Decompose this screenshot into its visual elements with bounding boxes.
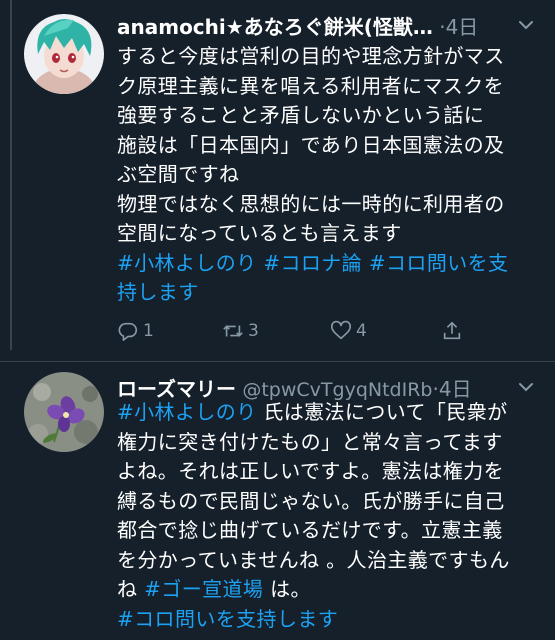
tweet[interactable]: ローズマリー @tpwCvTgyqNtdIRb·4日 #小林よしのり 氏は憲法に…: [0, 362, 555, 640]
tweet-text-run: ク原理主義に異を唱える利用者にマスクを: [117, 73, 504, 98]
tweet[interactable]: anamochi★あなろぐ餅米(怪獣… ·4日 すると今度は営利の目的や理念方針…: [0, 0, 555, 362]
display-name[interactable]: anamochi★あなろぐ餅米(怪獣…: [117, 15, 433, 39]
tweet-text-run: 物理ではなく思想的には一時的に利用者の: [117, 191, 505, 216]
hashtag-link[interactable]: #ゴー宣道場: [144, 577, 263, 601]
tweet-text-run: すると今度は営利の目的や理念方針がマス: [117, 44, 505, 68]
tweet-text: すると今度は営利の目的や理念方針がマス ク原理主義に異を唱える利用者にマスクを 強要…: [117, 42, 537, 308]
tweet-text-run: よね。それは正しいですよ。憲法は権力を: [117, 459, 504, 483]
tweet-text-run: 氏は憲法について「民衆が: [256, 400, 508, 424]
hashtag-link[interactable]: #コロ問いを支持します: [117, 607, 338, 631]
share-button[interactable]: [441, 316, 467, 346]
tweet-text-line: を分かっていませんね 。人治主義ですもん: [117, 546, 537, 576]
tweet-text-run: を分かっていませんね 。人治主義ですもん: [117, 547, 510, 572]
reply-icon: [118, 322, 138, 341]
tweet-text-line: #小林よしのり 氏は憲法について「民衆が: [117, 398, 537, 428]
timestamp[interactable]: 4日: [446, 15, 479, 39]
avatar[interactable]: [24, 14, 104, 94]
reply-count: 1: [143, 321, 154, 341]
chevron-down-icon[interactable]: [515, 14, 537, 36]
tweet-text-line: ク原理主義に異を唱える利用者にマスクを: [117, 72, 537, 102]
tweet-text-line: すると今度は営利の目的や理念方針がマス: [117, 42, 537, 72]
tweet-text-run: 都合で捻じ曲げているだけです。立憲主義: [117, 518, 503, 542]
chevron-down-icon[interactable]: [515, 376, 537, 398]
tweet-text-line: #コロ問いを支持します: [117, 605, 537, 635]
tweet-actions: 1 3 4: [117, 316, 487, 346]
tweet-text-run: ぶ空間ですね: [117, 162, 240, 186]
tweet-text-line: 縛るもので民間じゃない。氏が勝手に自己: [117, 487, 537, 517]
hashtag-link[interactable]: #コロ問いを支: [369, 251, 509, 275]
retweet-count: 3: [248, 321, 259, 341]
tweet-text: #小林よしのり 氏は憲法について「民衆が 権力に突き付けたもの」と常々言ってますよ…: [117, 398, 537, 634]
heart-icon: [331, 320, 351, 340]
tweet-text-run: 施設は「日本国内」であり日本国憲法の及: [117, 132, 505, 157]
tweet-text-run: は。: [263, 577, 311, 601]
tweet-text-line: 空間になっているとも言えます: [117, 219, 537, 249]
tweet-text-line: #小林よしのり #コロナ論 #コロ問いを支: [117, 249, 537, 279]
avatar[interactable]: [24, 372, 104, 452]
tweet-text-run: 強要することと矛盾しないかという話に: [117, 103, 485, 127]
tweet-text-line: よね。それは正しいですよ。憲法は権力を: [117, 457, 537, 487]
tweet-text-line: ね #ゴー宣道場 は。: [117, 575, 537, 605]
tweet-text-run: [362, 251, 369, 275]
retweet-icon: [223, 325, 243, 337]
reply-button[interactable]: 1: [117, 316, 154, 346]
tweet-text-run: 権力に突き付けたもの」と常々言ってます: [117, 429, 503, 454]
tweet-text-line: 都合で捻じ曲げているだけです。立憲主義: [117, 516, 537, 546]
share-icon: [443, 321, 461, 340]
tweet-text-run: 縛るもので民間じゃない。氏が勝手に自己: [117, 488, 505, 513]
hashtag-link[interactable]: #コロナ論: [263, 251, 362, 275]
tweet-text-line: 持します: [117, 278, 537, 308]
retweet-button[interactable]: 3: [222, 316, 259, 346]
tweet-text-line: ぶ空間ですね: [117, 160, 537, 190]
tweet-text-line: 権力に突き付けたもの」と常々言ってます: [117, 428, 537, 458]
tweet-text-line: 物理ではなく思想的には一時的に利用者の: [117, 190, 537, 220]
hashtag-link[interactable]: #小林よしのり: [117, 400, 257, 424]
tweet-text-run: 空間になっているとも言えます: [117, 221, 402, 245]
hashtag-link[interactable]: #小林よしのり: [117, 251, 257, 275]
like-button[interactable]: 4: [330, 316, 367, 346]
tweet-header: anamochi★あなろぐ餅米(怪獣… ·4日: [117, 10, 547, 44]
tweet-text-run: ね: [117, 577, 145, 601]
hashtag-link[interactable]: 持します: [117, 280, 199, 304]
like-count: 4: [356, 321, 367, 341]
tweet-text-line: 施設は「日本国内」であり日本国憲法の及: [117, 131, 537, 161]
tweet-text-line: 強要することと矛盾しないかという話に: [117, 101, 537, 131]
